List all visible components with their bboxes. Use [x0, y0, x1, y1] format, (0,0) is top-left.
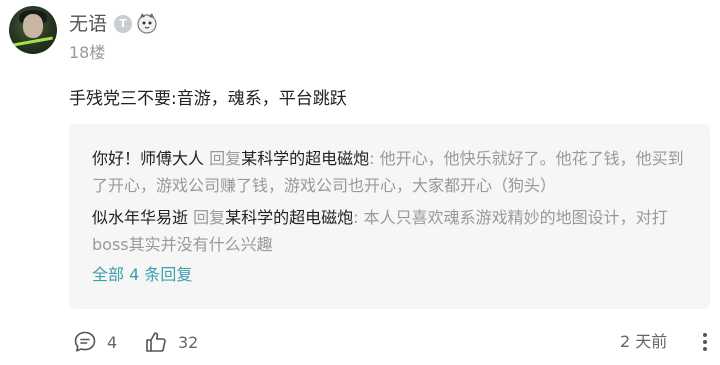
- comment-actions: 4 32: [0, 329, 720, 355]
- comment-button[interactable]: 4: [73, 329, 117, 355]
- reply-item: 你好！师傅大人 回复某科学的超电磁炮: 他开心，他快乐就好了。他花了钱，他买到了…: [92, 145, 684, 199]
- more-options-icon[interactable]: [698, 330, 712, 354]
- like-button[interactable]: 32: [144, 329, 198, 355]
- username[interactable]: 无语: [69, 10, 107, 38]
- replies-panel: 你好！师傅大人 回复某科学的超电磁炮: 他开心，他快乐就好了。他花了钱，他买到了…: [69, 124, 710, 309]
- level-badge-icon: T: [114, 15, 132, 33]
- reply-item: 似水年华易逝 回复某科学的超电磁炮: 本人只喜欢魂系游戏精妙的地图设计，对打bo…: [92, 204, 684, 258]
- like-count: 32: [178, 332, 199, 352]
- avatar-face: [23, 14, 43, 38]
- thumbs-up-icon: [146, 332, 166, 352]
- floor-number: 18楼: [69, 43, 106, 62]
- reply-target[interactable]: 某科学的超电磁炮: [241, 149, 369, 168]
- reply-verb: 回复: [209, 149, 242, 168]
- comment-text: 手残党三不要:音游，魂系，平台跳跃: [69, 89, 347, 109]
- comment-icon: [74, 331, 96, 352]
- reply-verb: 回复: [193, 208, 226, 227]
- reply-target[interactable]: 某科学的超电磁炮: [225, 208, 353, 227]
- reply-author[interactable]: 你好！师傅大人: [92, 149, 204, 168]
- post-time: 2 天前: [620, 332, 668, 351]
- cat-badge-icon: [137, 13, 157, 34]
- comment-count: 4: [107, 332, 118, 352]
- user-avatar[interactable]: [9, 6, 57, 54]
- avatar-accent: [13, 36, 53, 47]
- view-all-replies-link[interactable]: 全部 4 条回复: [92, 263, 192, 287]
- reply-author[interactable]: 似水年华易逝: [92, 208, 188, 227]
